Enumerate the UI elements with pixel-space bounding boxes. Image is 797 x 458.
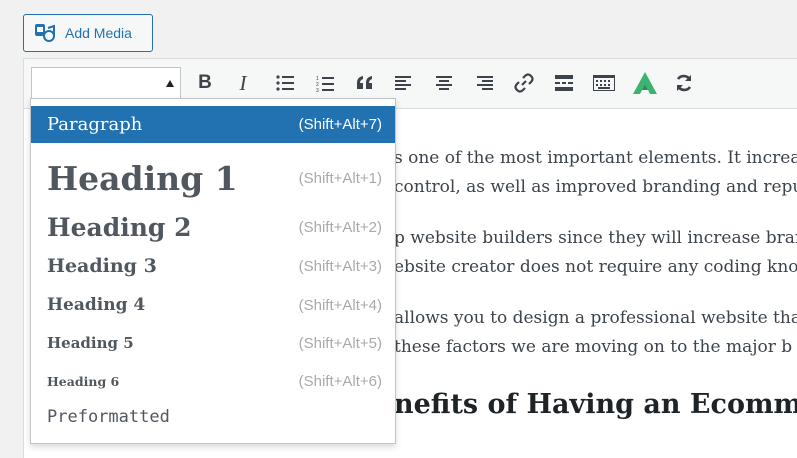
refresh-icon [676, 74, 692, 92]
content-line: control, as well as improved branding an… [394, 177, 797, 197]
insert-link-button[interactable] [509, 68, 539, 98]
format-option-heading-2[interactable]: Heading 2 (Shift+Alt+2) [31, 207, 395, 247]
format-option-label: Heading 4 [47, 295, 146, 315]
read-more-icon [555, 75, 573, 91]
format-option-paragraph[interactable]: Paragraph (Shift+Alt+7) [31, 106, 395, 143]
quote-icon [357, 76, 372, 89]
svg-text:3: 3 [316, 88, 319, 92]
format-option-heading-3[interactable]: Heading 3 (Shift+Alt+3) [31, 248, 395, 284]
keyboard-icon [593, 75, 615, 91]
format-option-shortcut: (Shift+Alt+1) [298, 169, 382, 187]
blockquote-button[interactable] [350, 68, 380, 98]
align-right-button[interactable] [469, 68, 499, 98]
format-option-shortcut: (Shift+Alt+4) [298, 296, 382, 314]
format-option-label: Heading 3 [47, 255, 157, 277]
numbered-list-button[interactable]: 1 2 3 [310, 68, 340, 98]
align-left-icon [395, 76, 411, 90]
format-option-label: Paragraph [47, 114, 143, 135]
format-option-label: Heading 1 [47, 158, 238, 198]
content-line: ebsite creator does not require any codi… [394, 257, 797, 277]
format-option-heading-6[interactable]: Heading 6 (Shift+Alt+6) [31, 363, 395, 399]
caret-up-icon [166, 80, 174, 87]
format-dropdown: Paragraph (Shift+Alt+7) Heading 1 (Shift… [30, 98, 396, 444]
format-option-shortcut: (Shift+Alt+6) [298, 372, 382, 390]
content-line: these factors we are moving on to the ma… [394, 337, 793, 357]
bold-button[interactable]: B [190, 68, 220, 98]
format-select[interactable] [31, 67, 181, 99]
format-option-shortcut: (Shift+Alt+2) [298, 218, 382, 236]
format-option-label: Preformatted [47, 407, 170, 427]
align-left-button[interactable] [389, 68, 419, 98]
format-option-shortcut: (Shift+Alt+3) [298, 257, 382, 275]
format-option-label: Heading 6 [47, 373, 120, 389]
italic-icon: I [239, 70, 247, 95]
add-media-icon [34, 22, 56, 44]
refresh-button[interactable] [669, 68, 699, 98]
format-option-shortcut: (Shift+Alt+5) [298, 334, 382, 352]
content-line: allows you to design a professional webs… [394, 308, 797, 328]
format-option-label: Heading 5 [47, 334, 134, 352]
format-option-heading-4[interactable]: Heading 4 (Shift+Alt+4) [31, 287, 395, 323]
read-more-button[interactable] [549, 68, 579, 98]
add-media-label: Add Media [65, 25, 132, 41]
format-option-heading-5[interactable]: Heading 5 (Shift+Alt+5) [31, 325, 395, 361]
numbered-list-icon: 1 2 3 [316, 76, 334, 92]
format-option-heading-1[interactable]: Heading 1 (Shift+Alt+1) [31, 147, 395, 209]
bulleted-list-icon [276, 75, 294, 91]
align-center-icon [436, 76, 452, 90]
format-option-preformatted[interactable]: Preformatted [31, 399, 395, 435]
format-option-shortcut: (Shift+Alt+7) [298, 116, 382, 133]
align-right-icon [477, 76, 493, 90]
plugin-button[interactable] [630, 68, 660, 98]
bulleted-list-button[interactable] [270, 68, 300, 98]
content-line: s one of the most important elements. It… [394, 148, 797, 168]
add-media-button[interactable]: Add Media [23, 14, 153, 52]
link-icon [514, 73, 534, 93]
italic-button[interactable]: I [228, 68, 258, 98]
bold-icon: B [198, 72, 212, 93]
content-heading: nefits of Having an Ecomm [394, 389, 797, 420]
content-line: p website builders since they will incre… [394, 228, 797, 248]
format-option-label: Heading 2 [47, 212, 192, 242]
green-a-logo-icon [633, 72, 657, 94]
toolbar-toggle-button[interactable] [589, 68, 619, 98]
align-center-button[interactable] [429, 68, 459, 98]
